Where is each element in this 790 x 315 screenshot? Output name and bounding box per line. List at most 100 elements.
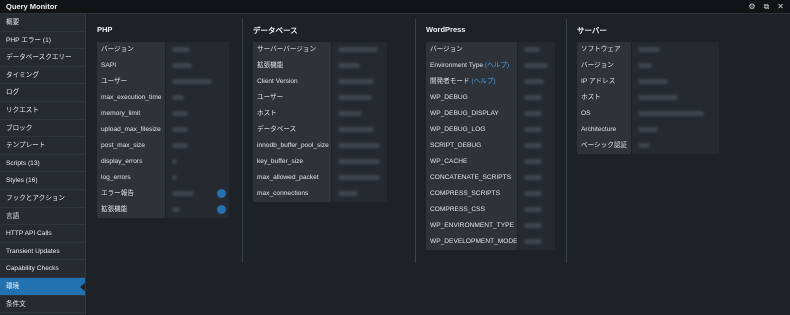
- title-bar: Query Monitor ⚙ ⧉ ✕: [0, 0, 790, 14]
- row-value: [517, 121, 555, 138]
- row-value: [165, 73, 229, 90]
- row-label: ソフトウェア: [577, 42, 631, 58]
- table-row: ベーシック認証: [577, 137, 719, 154]
- table-row: post_max_size: [97, 137, 229, 154]
- row-value: [517, 89, 555, 106]
- table-row: WP_DEVELOPMENT_MODE: [426, 233, 555, 250]
- table-row: データベース: [253, 121, 387, 138]
- row-value: [165, 169, 229, 186]
- help-link[interactable]: (ヘルプ): [485, 62, 509, 69]
- row-label: innodb_buffer_pool_size: [253, 137, 331, 154]
- row-label: memory_limit: [97, 105, 165, 122]
- table-row: CONCATENATE_SCRIPTS: [426, 169, 555, 186]
- row-label: WP_CACHE: [426, 153, 517, 170]
- table-row: IP アドレス: [577, 73, 719, 90]
- table-row: SAPI: [97, 57, 229, 74]
- row-value: [331, 153, 387, 170]
- row-label: WP_DEBUG_LOG: [426, 121, 517, 138]
- row-label: 拡張機能: [97, 201, 165, 218]
- row-value: [331, 73, 387, 90]
- table-row: 開発者モード (ヘルプ): [426, 73, 555, 90]
- row-value: [331, 169, 387, 186]
- sidebar-item-overview[interactable]: 概要: [0, 14, 85, 32]
- row-label-text: 開発者モード: [430, 77, 470, 85]
- sidebar-item-environment[interactable]: 環境: [0, 277, 85, 296]
- column-divider: [242, 19, 243, 263]
- table-row: Architecture: [577, 121, 719, 138]
- info-toggle-icon[interactable]: [217, 188, 226, 198]
- sidebar-item-hooks[interactable]: フックとアクション: [0, 190, 85, 208]
- sidebar-item-timing[interactable]: タイミング: [0, 67, 85, 85]
- sidebar-item-http-api[interactable]: HTTP API Calls: [0, 225, 85, 243]
- row-label: サーバーバージョン: [253, 42, 331, 58]
- table-row: 拡張機能: [253, 57, 387, 74]
- table-row: COMPRESS_SCRIPTS: [426, 185, 555, 202]
- row-value: [631, 105, 719, 122]
- table-row: エラー報告: [97, 185, 229, 202]
- table-row: max_allowed_packet: [253, 169, 387, 186]
- window-controls: ⚙ ⧉ ✕: [748, 2, 784, 11]
- row-label: log_errors: [97, 169, 165, 186]
- sidebar-item-styles[interactable]: Styles (16): [0, 172, 85, 190]
- database-section-title: データベース: [253, 26, 298, 35]
- sidebar-item-request[interactable]: リクエスト: [0, 102, 85, 120]
- sidebar-item-scripts[interactable]: Scripts (13): [0, 155, 85, 173]
- row-label: ユーザー: [97, 73, 165, 90]
- row-value: [631, 57, 719, 74]
- wordpress-section-title: WordPress: [426, 25, 466, 34]
- table-row: log_errors: [97, 169, 229, 186]
- row-value: [631, 89, 719, 106]
- row-label: Architecture: [577, 121, 631, 138]
- row-label: COMPRESS_SCRIPTS: [426, 185, 517, 202]
- row-value: [517, 153, 555, 170]
- table-row: ソフトウェア: [577, 42, 719, 58]
- row-label: CONCATENATE_SCRIPTS: [426, 169, 517, 186]
- row-value: [165, 201, 229, 218]
- sidebar-item-php-errors[interactable]: PHP エラー (1): [0, 32, 85, 50]
- close-icon[interactable]: ✕: [777, 2, 784, 11]
- row-value: [165, 57, 229, 74]
- sidebar-item-conditionals[interactable]: 条件文: [0, 296, 85, 314]
- table-row: innodb_buffer_pool_size: [253, 137, 387, 154]
- sidebar-item-database-queries[interactable]: データベースクエリー: [0, 49, 85, 67]
- sidebar-item-transients[interactable]: Transient Updates: [0, 243, 85, 261]
- row-value: [331, 42, 387, 58]
- row-value: [631, 137, 719, 154]
- row-label: バージョン: [426, 42, 517, 58]
- server-section-title: サーバー: [577, 26, 607, 35]
- row-value: [165, 89, 229, 106]
- window-title: Query Monitor: [6, 2, 58, 11]
- row-value: [331, 57, 387, 74]
- row-value: [517, 233, 555, 250]
- row-label: max_execution_time: [97, 89, 165, 106]
- server-table: ソフトウェア バージョン IP アドレス ホスト OS Architecture…: [577, 42, 719, 154]
- new-window-icon[interactable]: ⧉: [764, 2, 770, 11]
- row-value: [165, 121, 229, 138]
- row-label: バージョン: [97, 42, 165, 58]
- sidebar-item-languages[interactable]: 言語: [0, 208, 85, 226]
- row-label: OS: [577, 105, 631, 122]
- row-value: [165, 137, 229, 154]
- sidebar-item-blocks[interactable]: ブロック: [0, 120, 85, 138]
- table-row: ホスト: [253, 105, 387, 122]
- row-label: 拡張機能: [253, 57, 331, 74]
- php-table: バージョン SAPI ユーザー max_execution_time memor…: [97, 42, 229, 218]
- sidebar-item-capabilities[interactable]: Capability Checks: [0, 260, 85, 278]
- row-value: [331, 137, 387, 154]
- gear-icon[interactable]: ⚙: [748, 2, 755, 11]
- environment-panel: PHP バージョン SAPI ユーザー max_execution_time m…: [87, 14, 790, 315]
- wordpress-table: バージョン Environment Type (ヘルプ) 開発者モード (ヘルプ…: [426, 42, 555, 250]
- row-value: [331, 105, 387, 122]
- info-toggle-icon[interactable]: [217, 204, 226, 214]
- row-label: WP_DEVELOPMENT_MODE: [426, 233, 517, 250]
- sidebar-item-logs[interactable]: ログ: [0, 84, 85, 102]
- row-label: post_max_size: [97, 137, 165, 154]
- row-value: [517, 185, 555, 202]
- table-row: COMPRESS_CSS: [426, 201, 555, 218]
- table-row: ユーザー: [97, 73, 229, 90]
- sidebar-item-template[interactable]: テンプレート: [0, 137, 85, 155]
- table-row: WP_DEBUG_DISPLAY: [426, 105, 555, 122]
- table-row: OS: [577, 105, 719, 122]
- row-value: [165, 105, 229, 122]
- help-link[interactable]: (ヘルプ): [471, 78, 495, 85]
